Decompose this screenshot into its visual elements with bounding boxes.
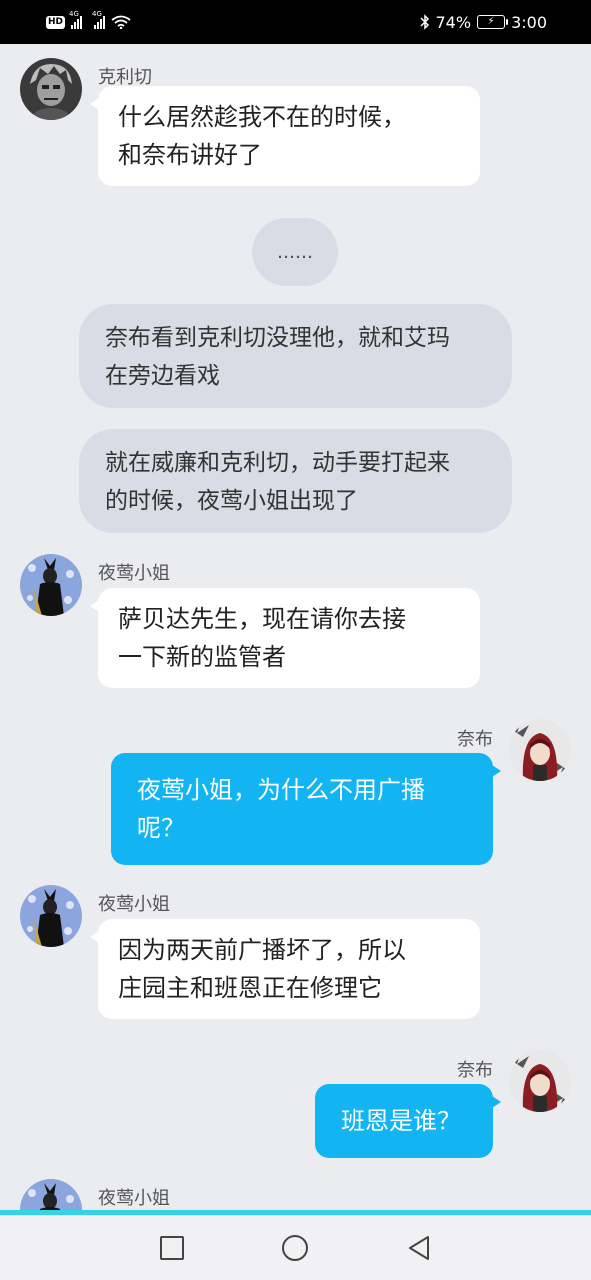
narration-bubble: 奈布看到克利切没理他，就和艾玛 在旁边看戏 <box>79 304 512 408</box>
recent-apps-button[interactable] <box>152 1228 192 1268</box>
status-bar: HD 4G 4G 74% ⚡ 3:00 <box>0 0 591 44</box>
message-line: 和奈布讲好了 <box>118 141 262 169</box>
circle-icon <box>282 1234 309 1261</box>
narration-line: 就在威廉和克利切，动手要打起来 <box>105 450 450 476</box>
message-line: 一下新的监管者 <box>118 643 286 671</box>
narration-bubble: 就在威廉和克利切，动手要打起来 的时候，夜莺小姐出现了 <box>79 429 512 533</box>
home-button[interactable] <box>275 1228 315 1268</box>
square-icon <box>159 1235 184 1260</box>
naib-avatar[interactable] <box>509 719 571 781</box>
back-button[interactable] <box>399 1228 439 1268</box>
narration-line: 的时候，夜莺小姐出现了 <box>105 488 358 514</box>
battery-percent: 74% <box>435 12 472 32</box>
chat-screen: HD 4G 4G 74% ⚡ 3:00 克利切 什么居然趁我不在的时候， 和奈布… <box>0 0 591 1280</box>
status-left: HD 4G 4G <box>46 10 131 29</box>
network-type-2: 4G <box>92 10 102 18</box>
sender-name: 奈布 <box>457 1060 493 1081</box>
wifi-icon <box>111 15 131 29</box>
clock: 3:00 <box>511 12 547 32</box>
message-bubble[interactable]: 什么居然趁我不在的时候， 和奈布讲好了 <box>90 86 480 186</box>
narration-line: 在旁边看戏 <box>105 363 220 389</box>
sender-name: 夜莺小姐 <box>98 894 170 915</box>
message-bubble[interactable]: 班恩是谁？ <box>315 1084 501 1158</box>
message-line: 呢？ <box>137 814 185 842</box>
chat-area[interactable]: 克利切 什么居然趁我不在的时候， 和奈布讲好了 …… 奈布看到克利切没理他，就和… <box>0 44 591 1210</box>
triangle-back-icon <box>409 1235 430 1260</box>
message-bubble[interactable]: 萨贝达先生，现在请你去接 一下新的监管者 <box>90 588 480 688</box>
message-bubble[interactable]: 因为两天前广播坏了，所以 庄园主和班恩正在修理它 <box>90 919 480 1019</box>
message-bubble[interactable]: 夜莺小姐，为什么不用广播 呢？ <box>111 753 501 865</box>
nightingale-avatar[interactable] <box>20 554 82 616</box>
message-line: 夜莺小姐，为什么不用广播 <box>137 776 425 804</box>
network-type-1: 4G <box>69 10 79 18</box>
message-line: 庄园主和班恩正在修理它 <box>118 974 382 1002</box>
signal-icon: 4G <box>69 10 83 29</box>
message-line: 因为两天前广播坏了，所以 <box>118 936 406 964</box>
hd-badge: HD <box>46 15 66 29</box>
signal-icon-2: 4G <box>92 10 106 29</box>
status-right: 74% ⚡ 3:00 <box>419 12 547 32</box>
sender-name: 夜莺小姐 <box>98 563 170 584</box>
bluetooth-icon <box>419 14 429 30</box>
battery-icon: ⚡ <box>477 15 509 29</box>
sender-name: 夜莺小姐 <box>98 1188 170 1209</box>
naib-avatar[interactable] <box>509 1050 571 1112</box>
ellipsis-bubble: …… <box>252 218 338 286</box>
nightingale-avatar[interactable] <box>20 885 82 947</box>
message-line: 什么居然趁我不在的时候， <box>118 103 406 131</box>
message-line: 萨贝达先生，现在请你去接 <box>118 605 406 633</box>
navigation-bar <box>0 1210 591 1280</box>
kreacher-avatar[interactable] <box>20 58 82 120</box>
ellipsis-text: …… <box>277 241 313 263</box>
message-line: 班恩是谁？ <box>341 1107 461 1135</box>
sender-name: 奈布 <box>457 729 493 750</box>
narration-line: 奈布看到克利切没理他，就和艾玛 <box>105 325 450 351</box>
nightingale-avatar[interactable] <box>20 1179 82 1210</box>
